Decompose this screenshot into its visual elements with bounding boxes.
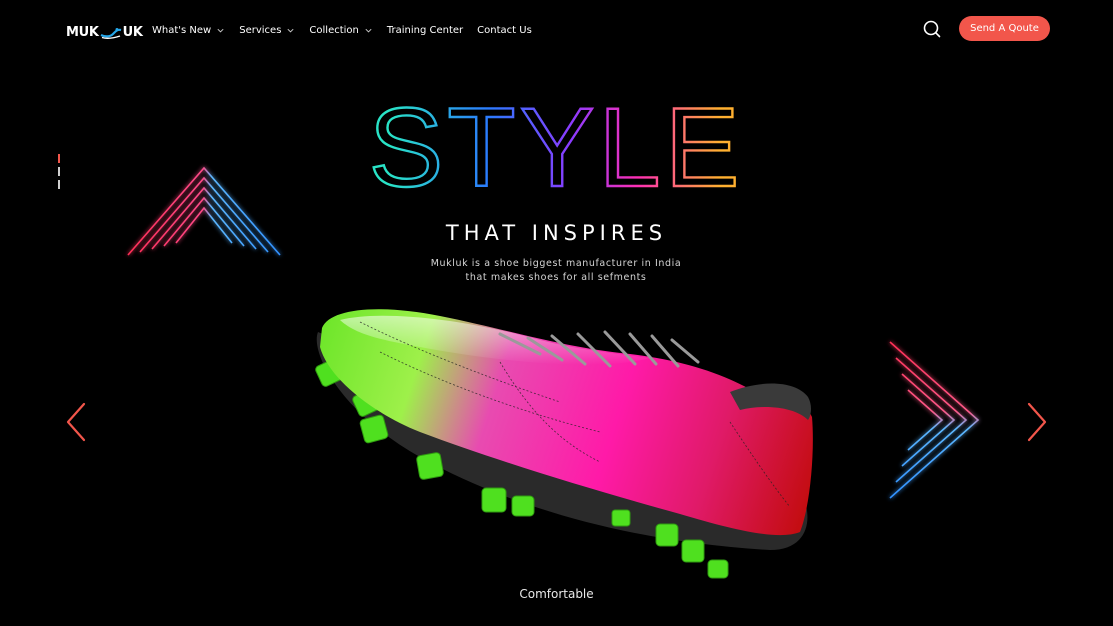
nav-item-whats-new[interactable]: What's New [152, 25, 225, 36]
neon-triangle-decoration [127, 166, 281, 256]
nav-item-label: What's New [152, 25, 212, 36]
chevron-down-icon [287, 28, 294, 33]
logo-text-left: MUK [66, 24, 99, 40]
nav-item-collection[interactable]: Collection [309, 25, 372, 36]
main-nav: What's New Services Collection Training … [152, 25, 546, 36]
nav-item-training-center[interactable]: Training Center [387, 25, 463, 36]
logo-text-right: UK [122, 24, 143, 40]
wave-logo-icon [100, 28, 121, 39]
football-boot-image [315, 309, 813, 579]
site-header: MUK UK What's New Services Collection Tr… [0, 0, 1113, 62]
nav-item-label: Contact Us [477, 25, 532, 36]
nav-item-label: Services [239, 25, 282, 36]
chevron-down-icon [365, 28, 372, 33]
hero-description: Mukluk is a shoe biggest manufacturer in… [356, 257, 756, 285]
brand-logo[interactable]: MUK UK [66, 22, 143, 42]
nav-item-label: Training Center [386, 25, 464, 36]
chevron-left-icon[interactable] [64, 402, 88, 442]
chevron-down-icon [217, 28, 224, 33]
neon-play-decoration [889, 341, 980, 499]
search-icon[interactable] [922, 19, 942, 39]
nav-item-label: Collection [309, 25, 359, 36]
hero-description-line-1: Mukluk is a shoe biggest manufacturer in… [430, 258, 682, 269]
slide-caption: Comfortable [519, 587, 594, 601]
chevron-right-icon[interactable] [1025, 402, 1049, 442]
send-quote-button[interactable]: Send A Qoute [959, 16, 1050, 41]
nav-item-contact-us[interactable]: Contact Us [477, 25, 532, 36]
nav-item-services[interactable]: Services [239, 25, 295, 36]
hero-description-line-2: that makes shoes for all sefments [465, 272, 647, 283]
hero-title-text: STYLE [369, 85, 744, 202]
